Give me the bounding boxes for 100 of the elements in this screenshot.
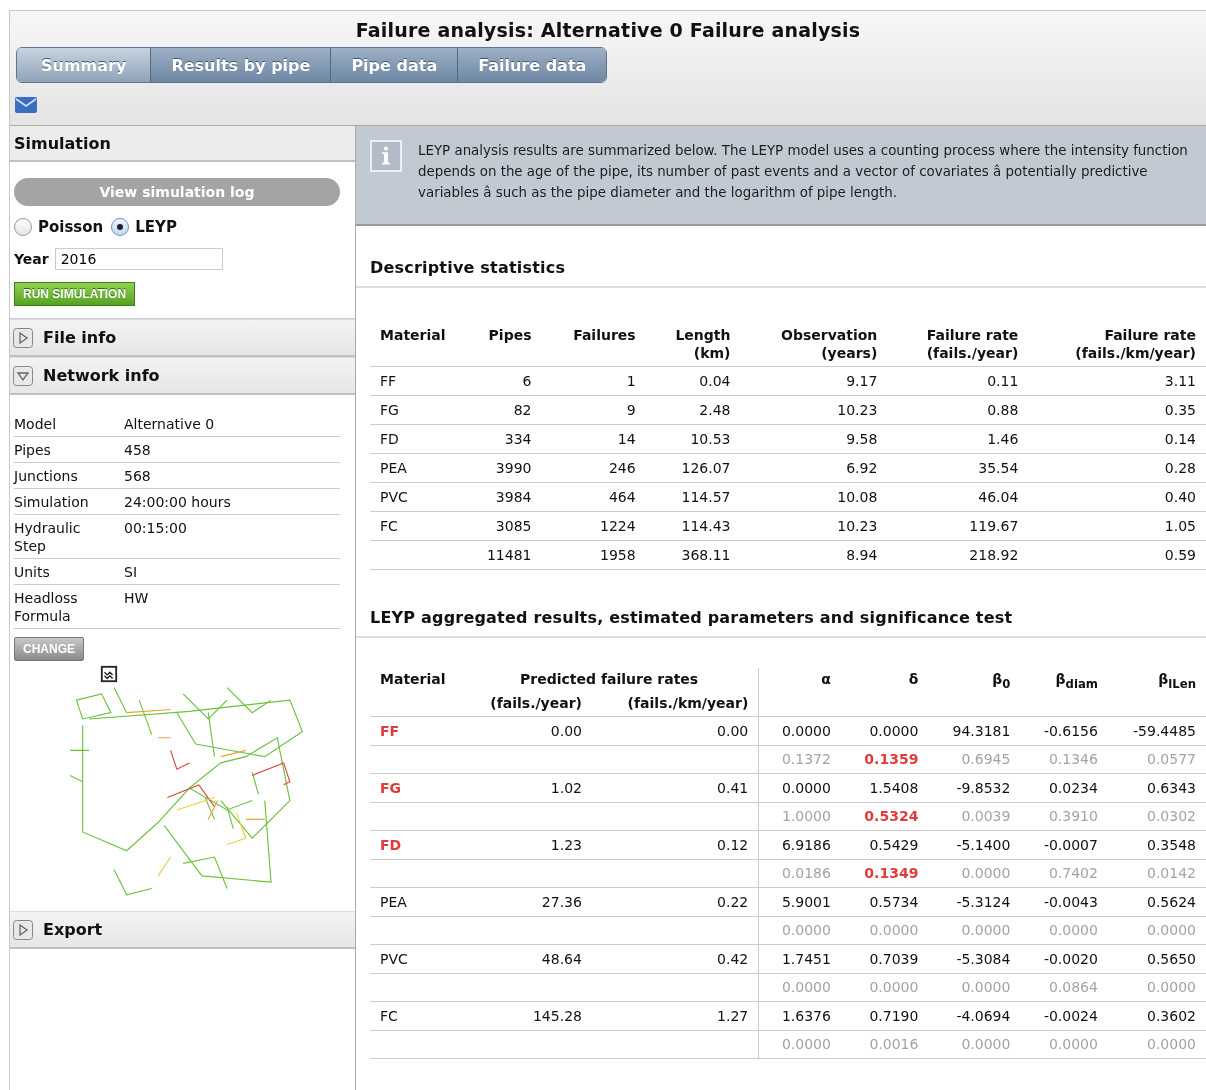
table-cell: 0.0016 [869,1036,919,1053]
table-cell: 0.3602 [1147,1007,1196,1024]
column-header: (fails./km/year) [627,695,749,711]
table-cell: 1.7451 [781,950,831,967]
column-header: Failures [573,327,636,343]
radio-label[interactable]: LEYP [135,218,177,236]
table-cell: 0.00 [550,722,582,739]
table-cell: 9.58 [846,431,878,447]
table-cell: 27.36 [541,893,582,910]
section-title: Export [43,920,103,939]
table-cell: 0.7039 [869,950,919,967]
radio-label[interactable]: Poisson [38,218,104,236]
collapse-icon[interactable] [13,365,33,386]
radio-button[interactable] [14,218,32,236]
table-cell: -0.0020 [1043,950,1098,967]
table-cell: 1.0000 [781,808,831,825]
table-cell: 0.12 [717,836,749,853]
tab[interactable]: Pipe data [331,48,459,82]
table-cell: 0.3910 [1048,808,1098,825]
table-cell: 218.92 [969,547,1019,563]
table-cell: 0.88 [987,402,1019,418]
table-cell: 145.28 [532,1007,582,1024]
table-cell: 6.9186 [781,836,831,853]
section-header[interactable]: Export [10,911,355,949]
table-cell: 126.07 [681,460,731,476]
table-cell: -0.0024 [1043,1007,1098,1024]
section-header[interactable]: File info [10,319,355,357]
table-cell: 0.1346 [1048,751,1098,768]
table-cell: 0.42 [717,950,749,967]
table-cell: 1.46 [987,431,1019,447]
table-cell: FD [380,431,399,447]
table-cell: 0.0000 [869,922,919,939]
table-cell: -0.0043 [1043,893,1098,910]
table-cell: 0.59 [1164,547,1196,563]
tab[interactable]: Results by pipe [151,48,332,82]
run-simulation-button[interactable]: RUN SIMULATION [14,282,136,306]
column-header: Material [380,671,446,687]
table-cell: 14 [617,431,636,447]
table-cell: 0.0000 [781,922,831,939]
table-cell: 0.0000 [1147,922,1196,939]
table-cell: 1.05 [1164,518,1196,534]
table-cell: 46.04 [978,489,1019,505]
table-cell: 0.22 [717,893,749,910]
section-heading: Descriptive statistics [356,258,1206,288]
table-cell: FF [380,722,400,739]
info-value: 458 [124,441,151,459]
table-cell: 0.14 [1164,431,1196,447]
info-icon [370,140,402,172]
table-cell: -4.0694 [956,1007,1011,1024]
table-cell: 3990 [495,460,532,476]
table-cell: 0.04 [699,373,731,389]
info-value: SI [124,563,137,581]
year-field[interactable]: 2016 [54,248,223,270]
table-cell: FG [380,779,402,796]
column-header: δ [908,671,919,687]
table-cell: 3.11 [1164,373,1196,389]
column-header: Observation (years) [781,327,878,361]
table-cell: 0.6343 [1147,779,1196,796]
table-cell: 3984 [495,489,532,505]
column-header: Length (km) [675,327,731,361]
info-label: Units [14,563,51,581]
column-header: Failure rate (fails./year) [926,327,1019,361]
table-cell: 10.08 [837,489,878,505]
info-value: 00:15:00 [124,519,187,538]
table-cell: PVC [380,950,408,967]
column-header: Predicted failure rates [520,671,699,687]
column-header: β$_{diam}$ [1055,671,1098,687]
expand-icon[interactable] [13,327,33,348]
table-cell: 1224 [600,518,636,534]
table-cell: 8.94 [846,547,878,563]
table-cell: FG [380,402,399,418]
mail-icon[interactable] [15,97,37,113]
change-button[interactable]: CHANGE [14,637,84,661]
section-header[interactable]: Network info [10,357,355,395]
table-cell: 0.5624 [1147,893,1196,910]
table-cell: 0.11 [987,373,1019,389]
table-cell: -5.1400 [956,836,1011,853]
tab[interactable]: Summary [17,48,152,82]
table-cell: 464 [608,489,636,505]
expand-icon[interactable] [13,919,33,940]
column-header: Pipes [488,327,532,343]
table-cell: 0.0577 [1147,751,1196,768]
table-cell: -0.0007 [1043,836,1098,853]
table-cell: 82 [513,402,532,418]
table-cell: 1.02 [550,779,582,796]
radio-button[interactable] [111,218,130,236]
table-cell: 1.6376 [781,1007,831,1024]
column-header: α [821,671,831,687]
table-cell: PEA [380,460,407,476]
table-cell: 0.0302 [1147,808,1196,825]
table-cell: -9.8532 [956,779,1011,796]
table-cell: 0.0000 [1147,1036,1196,1053]
table-cell: 119.67 [969,518,1019,534]
window-title: Failure analysis: Alternative 0 Failure analysis [355,18,861,43]
table-cell: 0.00 [717,722,749,739]
table-cell: 0.35 [1164,402,1196,418]
table-cell: 0.28 [1164,460,1196,476]
info-label: Headloss Formula [14,589,79,625]
tab[interactable]: Failure data [458,48,607,82]
info-value: 24:00:00 hours [124,493,231,511]
